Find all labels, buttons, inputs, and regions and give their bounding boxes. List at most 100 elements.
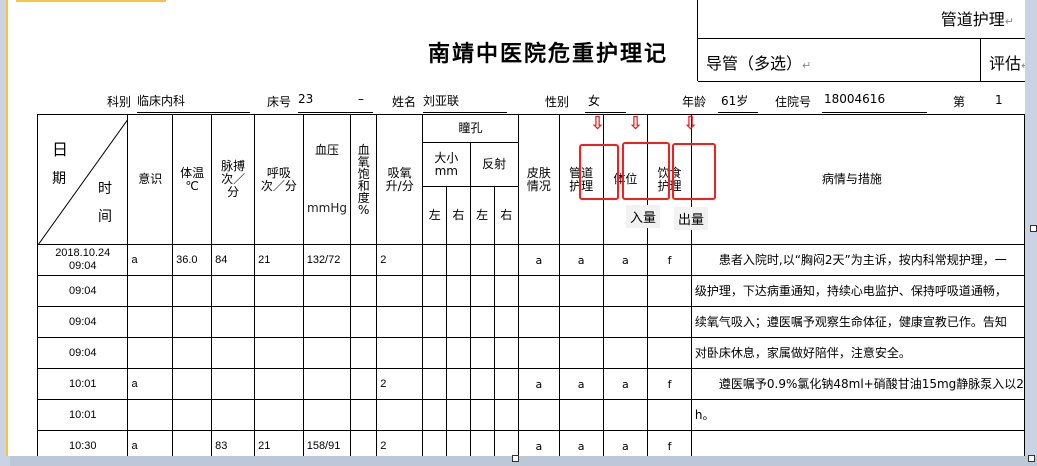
cell-pr_l[interactable] (469, 399, 495, 431)
cell-time[interactable]: 10:01 (36, 399, 129, 431)
cell-resp[interactable] (254, 399, 304, 431)
cell-pr_l[interactable] (469, 337, 495, 369)
cell-spo2[interactable] (350, 430, 378, 456)
sex-field[interactable]: 女 (585, 92, 626, 113)
cell-spo2[interactable] (350, 306, 378, 338)
cell-ps_r[interactable] (446, 244, 471, 276)
cell-spo2[interactable] (350, 275, 378, 307)
cell-pulse[interactable] (211, 275, 256, 307)
cell-pr_l[interactable] (469, 306, 495, 338)
tube-multi-select[interactable]: 导管（多选）↵ (706, 50, 811, 74)
cell-resp[interactable] (254, 306, 304, 338)
cell-tube[interactable] (558, 275, 604, 307)
cell-tube[interactable] (558, 306, 604, 338)
cell-oxy[interactable] (376, 337, 424, 369)
cell-diet[interactable]: f (647, 430, 692, 456)
cell-time[interactable]: 09:04 (36, 275, 129, 307)
cell-tube[interactable]: a (558, 430, 604, 456)
cell-consc[interactable]: a (127, 430, 174, 456)
cell-spo2[interactable] (350, 368, 378, 400)
cell-ps_l[interactable] (422, 368, 448, 400)
cell-pr_l[interactable] (469, 275, 495, 307)
cell-pos[interactable]: a (602, 430, 649, 456)
cell-ps_l[interactable] (422, 244, 448, 276)
cell-pulse[interactable] (211, 306, 256, 338)
admission-field[interactable]: 18004616 (822, 92, 927, 113)
cell-note[interactable]: 级护理，下达病重通知，持续心电监护、保持呼吸道通畅， (690, 275, 1025, 307)
name-field[interactable]: 刘亚联 (423, 92, 507, 113)
cell-pos[interactable]: a (602, 368, 649, 400)
cell-time[interactable]: 2018.10.24 09:04 (36, 244, 129, 276)
cell-time[interactable]: 10:01 (36, 368, 129, 400)
cell-oxy[interactable] (376, 306, 424, 338)
cell-pulse[interactable]: 84 (211, 244, 256, 276)
cell-skin[interactable] (517, 275, 560, 307)
cell-oxy[interactable]: 2 (376, 368, 424, 400)
cell-diet[interactable]: f (647, 244, 692, 276)
cell-note[interactable]: 患者入院时,以“胸闷2天”为主诉，按内科常规护理，一 (690, 244, 1025, 276)
cell-resp[interactable] (254, 368, 304, 400)
cell-bp[interactable]: 158/91 (302, 430, 352, 456)
cell-temp[interactable] (172, 306, 213, 338)
cell-temp[interactable] (172, 430, 213, 456)
cell-pr_l[interactable] (469, 244, 495, 276)
cell-pulse[interactable] (211, 399, 256, 431)
cell-oxy[interactable]: 2 (376, 244, 424, 276)
cell-diet[interactable] (647, 337, 692, 369)
cell-bp[interactable] (302, 275, 352, 307)
cell-tube[interactable]: a (558, 244, 604, 276)
horizontal-scroll-area[interactable] (10, 456, 1037, 466)
cell-pulse[interactable] (211, 368, 256, 400)
cell-bp[interactable] (302, 368, 352, 400)
cell-time[interactable]: 10:30 (36, 430, 129, 456)
cell-pulse[interactable]: 83 (211, 430, 256, 456)
cell-pos[interactable] (602, 399, 649, 431)
cell-skin[interactable] (517, 399, 560, 431)
cell-pr_r[interactable] (493, 430, 519, 456)
cell-spo2[interactable] (350, 244, 378, 276)
cell-tube[interactable] (558, 399, 604, 431)
cell-resp[interactable] (254, 337, 304, 369)
cell-temp[interactable]: 36.0 (172, 244, 213, 276)
cell-skin[interactable]: a (517, 368, 560, 400)
cell-spo2[interactable] (350, 399, 378, 431)
cell-pos[interactable] (602, 306, 649, 338)
cell-bp[interactable] (302, 337, 352, 369)
cell-skin[interactable] (517, 337, 560, 369)
cell-ps_r[interactable] (446, 306, 471, 338)
cell-consc[interactable] (127, 275, 174, 307)
cell-bp[interactable]: 132/72 (302, 244, 352, 276)
cell-pos[interactable] (602, 275, 649, 307)
cell-tube[interactable]: a (558, 368, 604, 400)
cell-ps_l[interactable] (422, 430, 448, 456)
cell-time[interactable]: 09:04 (36, 337, 129, 369)
cell-skin[interactable] (517, 306, 560, 338)
cell-temp[interactable] (172, 368, 213, 400)
cell-ps_r[interactable] (446, 399, 471, 431)
cell-pr_r[interactable] (493, 368, 519, 400)
cell-diet[interactable] (647, 275, 692, 307)
cell-pulse[interactable] (211, 337, 256, 369)
cell-pr_r[interactable] (493, 399, 519, 431)
cell-ps_l[interactable] (422, 337, 448, 369)
age-field[interactable]: 61岁 (718, 92, 758, 113)
cell-consc[interactable] (127, 306, 174, 338)
cell-note[interactable]: 遵医嘱予0.9%氯化钠48ml+硝酸甘油15mg静脉泵入以2 (690, 368, 1025, 400)
cell-tube[interactable] (558, 337, 604, 369)
cell-skin[interactable]: a (517, 430, 560, 456)
cell-temp[interactable] (172, 337, 213, 369)
cell-resp[interactable] (254, 275, 304, 307)
cell-temp[interactable] (172, 275, 213, 307)
cell-consc[interactable] (127, 337, 174, 369)
cell-ps_r[interactable] (446, 430, 471, 456)
cell-ps_r[interactable] (446, 368, 471, 400)
dept-field[interactable]: 临床内科 (137, 92, 250, 113)
cell-pr_r[interactable] (493, 244, 519, 276)
cell-pr_l[interactable] (469, 368, 495, 400)
cell-time[interactable]: 09:04 (36, 306, 129, 338)
cell-spo2[interactable] (350, 337, 378, 369)
cell-note[interactable]: 对卧床休息，家属做好陪伴，注意安全。 (690, 337, 1025, 369)
cell-consc[interactable] (127, 399, 174, 431)
cell-skin[interactable]: a (517, 244, 560, 276)
cell-bp[interactable] (302, 399, 352, 431)
